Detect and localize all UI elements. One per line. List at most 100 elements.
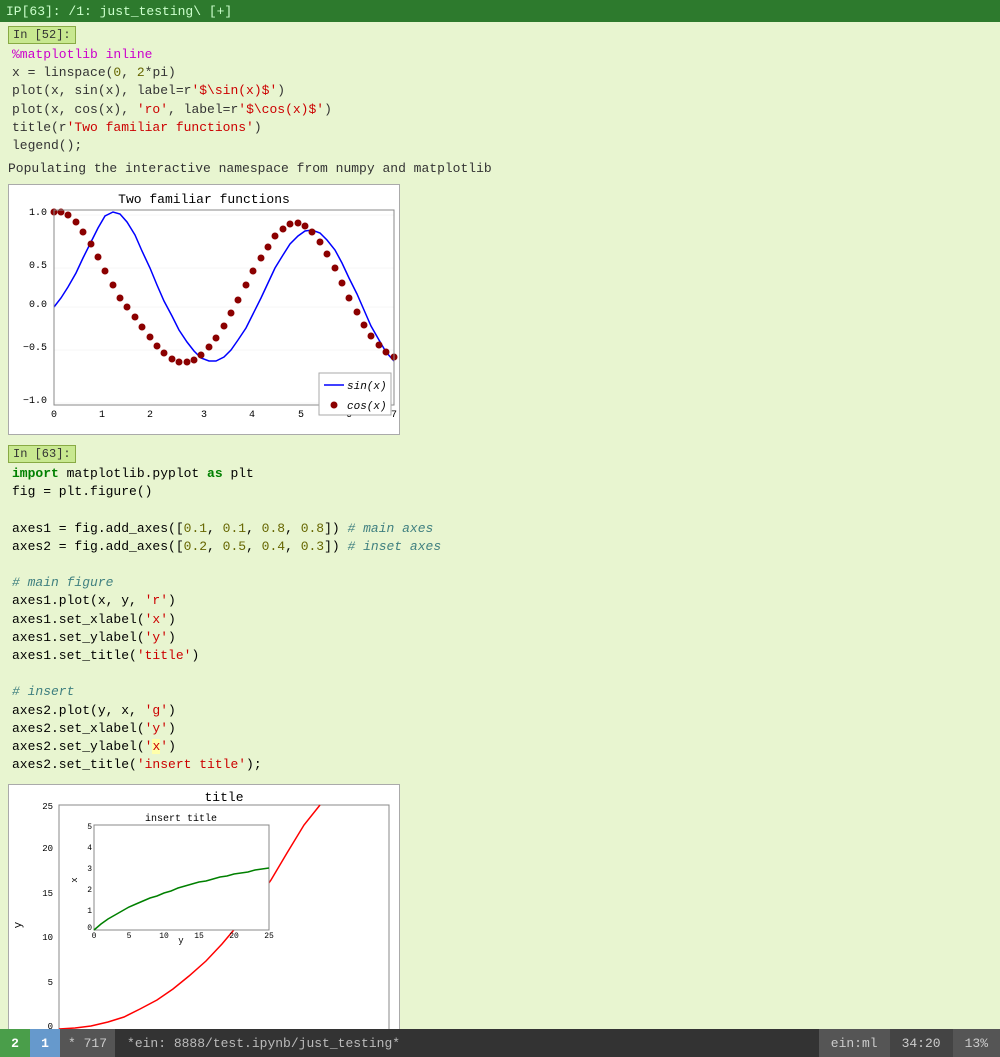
cell-52-output: Populating the interactive namespace fro… [0,159,1000,178]
cos-dot [317,239,324,246]
status-mode-label: ein:ml [819,1029,890,1057]
svg-text:25: 25 [42,802,53,812]
svg-text:4: 4 [249,410,255,421]
plot-1-svg: Two familiar functions 1.0 0.5 0.0 −0.5 … [9,185,399,430]
cos-dot [124,304,131,311]
cos-dot [228,310,235,317]
code-line-3: plot(x, sin(x), label=r'$\sin(x)$') [12,83,285,98]
cos-dot [161,350,168,357]
cell-63-label: In [63]: [8,445,76,463]
svg-text:0: 0 [92,932,97,941]
cell-52-label: In [52]: [8,26,76,44]
cos-dot [154,343,161,350]
svg-text:−1.0: −1.0 [23,396,47,407]
sin-legend-label: sin(x) [347,381,387,393]
cos-dot [309,229,316,236]
cos-dot [221,323,228,330]
cos-dot [324,251,331,258]
cos-dot [280,226,287,233]
svg-text:15: 15 [194,932,204,941]
svg-text:5: 5 [298,410,304,421]
cell-52: In [52]: %matplotlib inline x = linspace… [0,22,1000,159]
main-content: In [52]: %matplotlib inline x = linspace… [0,22,1000,1029]
cos-dot [376,342,383,349]
cos-dot [139,324,146,331]
svg-text:10: 10 [42,933,53,943]
cos-dot [213,335,220,342]
svg-text:3: 3 [201,410,207,421]
svg-text:0.5: 0.5 [29,261,47,272]
svg-text:5: 5 [127,932,132,941]
svg-text:7: 7 [391,410,397,421]
cos-dot [339,280,346,287]
cos-dot [354,309,361,316]
status-percent: 13% [953,1029,1000,1057]
svg-text:20: 20 [229,932,239,941]
cos-dot [295,220,302,227]
svg-text:x: x [70,878,80,883]
code-line-6: legend(); [12,138,82,153]
code-line-4: plot(x, cos(x), 'ro', label=r'$\cos(x)$'… [12,102,332,117]
svg-text:−0.5: −0.5 [23,343,47,354]
cos-dot [132,314,139,321]
svg-text:0.0: 0.0 [29,300,47,311]
svg-text:20: 20 [42,844,53,854]
cos-dot [198,352,205,359]
cos-dot [250,268,257,275]
cos-dot [258,255,265,262]
cos-dot [169,356,176,363]
cos-legend-label: cos(x) [347,401,387,413]
cos-dot [383,349,390,356]
cos-dot [110,282,117,289]
cos-dot [73,219,80,226]
cos-legend-dot [331,402,338,409]
cos-dot [184,359,191,366]
cell-63-code[interactable]: import matplotlib.pyplot as plt fig = pl… [8,465,992,774]
cos-dot [80,229,87,236]
svg-text:4: 4 [87,844,92,853]
svg-text:0: 0 [48,1022,53,1029]
cos-dot [95,254,102,261]
cos-dot [176,359,183,366]
cos-dot [102,268,109,275]
svg-text:1.0: 1.0 [29,208,47,219]
svg-text:3: 3 [87,865,92,874]
cos-dot [272,233,279,240]
status-cell-num: * 717 [60,1029,115,1057]
title-bar: IP[63]: /1: just_testing\ [+] [0,0,1000,22]
svg-text:5: 5 [48,978,53,988]
status-bar: 2 1 * 717 *ein: 8888/test.ipynb/just_tes… [0,1029,1000,1057]
svg-text:25: 25 [264,932,274,941]
cos-dot [332,265,339,272]
cos-dot [147,334,154,341]
cell-63: In [63]: import matplotlib.pyplot as plt… [0,441,1000,778]
cos-dot [287,221,294,228]
title-text: IP[63]: /1: just_testing\ [+] [6,4,232,19]
svg-text:5: 5 [87,823,92,832]
svg-text:0: 0 [51,410,57,421]
plot2-title: title [204,790,243,805]
plot-2-container: title y x 25 20 15 10 5 0 0 1 2 3 4 5 [8,784,400,1029]
cos-dot [265,244,272,251]
magic-cmd: %matplotlib inline [12,47,152,62]
svg-text:2: 2 [87,886,92,895]
status-position: 34:20 [890,1029,953,1057]
svg-text:y: y [178,936,184,946]
cos-dot [206,344,213,351]
plot-2-svg: title y x 25 20 15 10 5 0 0 1 2 3 4 5 [9,785,399,1029]
cos-dot [65,212,72,219]
cos-dot [302,223,309,230]
cos-dot [361,322,368,329]
status-mode-i: 1 [30,1029,60,1057]
cos-dot [346,295,353,302]
svg-text:y: y [13,922,25,929]
cos-dot [235,297,242,304]
cos-dot [117,295,124,302]
cos-dot [243,282,250,289]
plot2-inset-title: insert title [145,813,217,825]
cos-dot [88,241,95,248]
cos-dot [191,357,198,364]
cell-52-code[interactable]: %matplotlib inline x = linspace(0, 2*pi)… [8,46,992,155]
status-filename: *ein: 8888/test.ipynb/just_testing* [115,1029,819,1057]
svg-text:1: 1 [99,410,105,421]
